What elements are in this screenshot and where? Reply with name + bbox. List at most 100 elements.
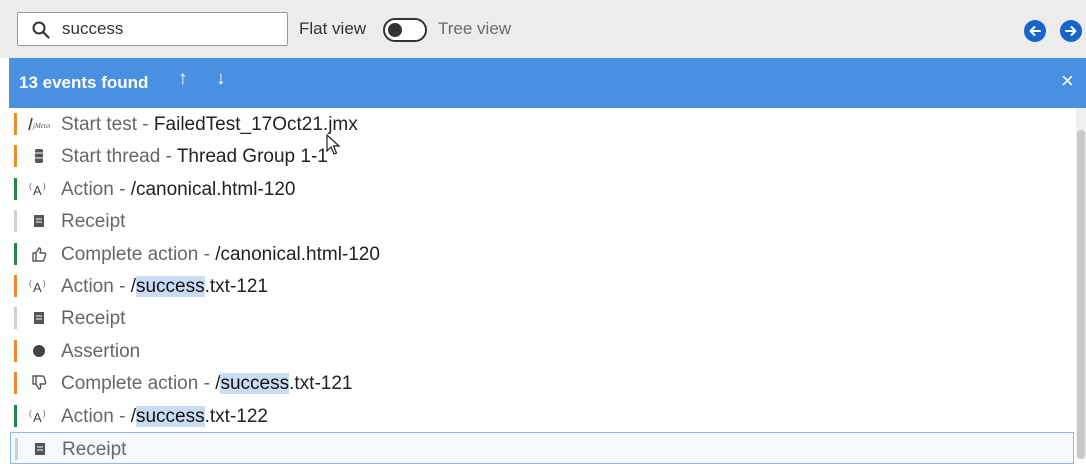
event-status-bar	[14, 372, 17, 395]
event-row[interactable]: jMeter Start test - FailedTest_17Oct21.jm…	[10, 108, 1074, 140]
event-separator: -	[160, 146, 177, 168]
event-type: Action	[61, 276, 114, 297]
event-row[interactable]: Assertion	[10, 335, 1074, 367]
events-found-count: 13 events found	[19, 73, 149, 92]
svg-text:jMeter: jMeter	[32, 122, 50, 130]
event-separator: -	[113, 178, 131, 200]
event-type: Complete action	[61, 373, 199, 395]
search-results-banner: 13 events found ↑ ↓ ×	[9, 58, 1086, 108]
jmeter-logo-icon: jMeter	[28, 115, 50, 133]
event-label: Action - /canonical.html-120	[61, 179, 295, 201]
event-label: Action - /success.txt-121	[61, 276, 268, 298]
event-type: Receipt	[62, 439, 127, 460]
action-icon: (A)	[28, 407, 50, 425]
mouse-cursor-icon	[326, 134, 341, 155]
previous-button[interactable]	[1024, 20, 1046, 42]
event-row[interactable]: (A) Action - /canonical.html-120	[10, 173, 1074, 205]
svg-text:(: (	[29, 182, 32, 191]
toolbar: Flat view Tree view	[0, 0, 1086, 58]
event-label: Receipt	[61, 308, 125, 330]
event-row[interactable]: Receipt	[10, 205, 1074, 237]
svg-text:A: A	[33, 280, 42, 294]
search-icon	[32, 21, 50, 39]
event-label: Complete action - /canonical.html-120	[61, 244, 380, 266]
event-separator: -	[137, 114, 154, 135]
event-status-bar	[15, 438, 18, 460]
event-status-bar	[14, 210, 17, 233]
event-status-bar	[14, 275, 17, 297]
event-label: Complete action - /success.txt-121	[61, 373, 352, 395]
action-icon: (A)	[28, 180, 50, 198]
thumbs-down-icon	[28, 374, 50, 392]
action-icon: (A)	[28, 277, 50, 295]
event-status-bar	[14, 113, 17, 135]
event-separator: -	[198, 243, 216, 265]
event-detail-suffix: .txt-121	[204, 276, 268, 297]
view-toggle[interactable]	[383, 18, 427, 42]
event-type: Complete action	[61, 243, 199, 265]
event-status-bar	[14, 339, 17, 362]
scroll-thumb[interactable]	[1077, 130, 1085, 459]
event-label: Receipt	[61, 211, 125, 233]
receipt-icon	[29, 440, 51, 458]
event-type: Receipt	[61, 308, 126, 330]
event-row[interactable]: Receipt	[10, 302, 1074, 334]
assertion-icon	[28, 342, 50, 360]
receipt-icon	[28, 212, 50, 230]
svg-text:(: (	[29, 409, 32, 418]
receipt-icon	[28, 309, 50, 327]
event-row[interactable]: Start thread - Thread Group 1-1	[10, 140, 1074, 172]
event-label: Assertion	[61, 341, 140, 363]
event-type: Assertion	[61, 340, 141, 362]
event-separator: -	[113, 405, 131, 427]
event-detail: /canonical.html-120	[215, 243, 380, 265]
event-row[interactable]: Receipt	[10, 432, 1074, 464]
event-row[interactable]: (A) Action - /success.txt-122	[10, 400, 1074, 432]
thread-icon	[28, 147, 50, 165]
event-label: Start test - FailedTest_17Oct21.jmx	[61, 114, 358, 136]
event-detail-suffix: .txt-121	[289, 373, 353, 395]
event-status-bar	[14, 404, 17, 427]
event-label: Start thread - Thread Group 1-1	[61, 146, 328, 168]
event-status-bar	[14, 177, 17, 200]
event-separator: -	[198, 373, 216, 395]
search-input[interactable]	[62, 18, 277, 40]
search-match-highlight: success	[135, 276, 205, 297]
event-type: Start test	[61, 114, 138, 135]
svg-text:A: A	[33, 410, 42, 424]
event-detail: /canonical.html-120	[130, 178, 296, 200]
next-button[interactable]	[1060, 20, 1082, 42]
svg-text:): )	[43, 279, 46, 288]
flat-view-label[interactable]: Flat view	[299, 19, 366, 39]
event-type: Receipt	[61, 211, 126, 233]
svg-text:): )	[43, 182, 46, 191]
close-icon[interactable]: ×	[1061, 68, 1074, 94]
event-label: Receipt	[62, 439, 126, 461]
tree-view-label[interactable]: Tree view	[438, 19, 511, 39]
event-detail: FailedTest_17Oct21.jmx	[153, 114, 358, 135]
event-type: Action	[61, 405, 114, 427]
svg-text:): )	[43, 409, 46, 418]
event-detail: Thread Group 1-1	[176, 146, 328, 168]
event-type: Start thread	[61, 146, 161, 168]
event-row[interactable]: Complete action - /canonical.html-120	[10, 238, 1074, 270]
toggle-knob	[388, 23, 402, 37]
arrow-right-icon	[1065, 26, 1077, 36]
search-match-highlight: success	[220, 373, 290, 395]
event-list: jMeter Start test - FailedTest_17Oct21.jm…	[0, 108, 1076, 464]
event-status-bar	[14, 242, 17, 265]
search-match-highlight: success	[135, 405, 205, 427]
event-row[interactable]: Complete action - /success.txt-121	[10, 367, 1074, 399]
svg-text:A: A	[33, 183, 42, 197]
previous-result-button[interactable]: ↑	[178, 68, 188, 90]
arrow-left-icon	[1029, 26, 1041, 36]
next-result-button[interactable]: ↓	[216, 68, 226, 90]
event-row[interactable]: (A) Action - /success.txt-121	[10, 270, 1074, 302]
scrollbar[interactable]	[1076, 108, 1086, 459]
event-separator: -	[113, 276, 131, 297]
event-type: Action	[61, 178, 114, 200]
event-status-bar	[14, 145, 17, 168]
search-box[interactable]	[17, 12, 288, 46]
event-detail-suffix: .txt-122	[204, 405, 268, 427]
event-status-bar	[14, 307, 17, 330]
